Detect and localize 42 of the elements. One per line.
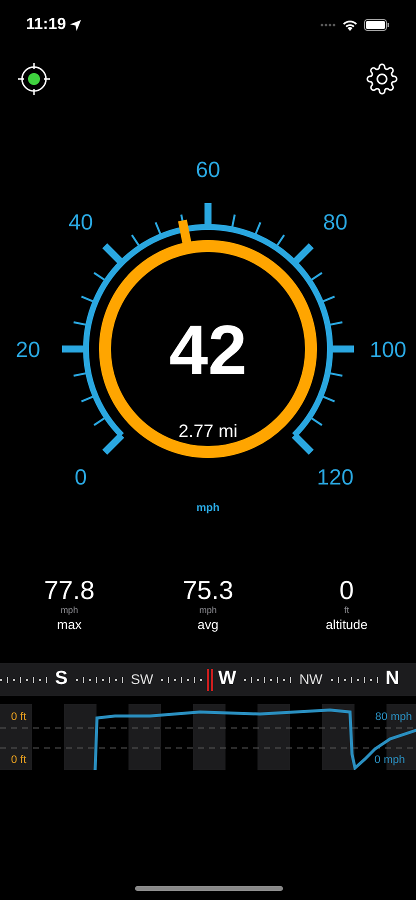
- stat-value: 75.3: [182, 576, 234, 604]
- stat-unit: mph: [60, 604, 78, 616]
- settings-button[interactable]: [365, 62, 399, 96]
- settings-icon: [366, 63, 398, 95]
- stat-value: 77.8: [44, 576, 95, 604]
- speed-max-label: 80 mph: [375, 710, 412, 725]
- heading-marker-icon: [206, 668, 214, 690]
- speed-unit: mph: [196, 502, 220, 514]
- scale-label: 20: [16, 337, 40, 362]
- signal-icon: [320, 23, 336, 27]
- location-button[interactable]: [17, 62, 51, 96]
- stat-unit: ft: [344, 604, 350, 616]
- speed-value: 42: [169, 311, 247, 389]
- scale-label: 100: [370, 337, 406, 362]
- scale-label: 0: [74, 464, 87, 490]
- distance-value: 2.77 mi: [178, 421, 238, 441]
- compass-ticks: [330, 676, 378, 682]
- compass-direction: S: [55, 667, 68, 692]
- speed-min-label: 0 mph: [374, 752, 405, 768]
- battery-icon: [364, 19, 390, 31]
- stat-label: max: [57, 616, 82, 634]
- wifi-icon: [342, 19, 358, 31]
- altitude-max-label: 0 ft: [11, 710, 26, 725]
- scale-label: 80: [323, 210, 348, 235]
- location-arrow-icon: [70, 20, 82, 30]
- stat-value: 0: [339, 576, 354, 604]
- scale-label: 60: [196, 157, 220, 182]
- stat-unit: mph: [199, 604, 217, 616]
- status-time: 11:19: [26, 15, 66, 35]
- stat-label: altitude: [326, 616, 368, 634]
- crosshair-icon: [17, 62, 51, 96]
- compass-ticks: [76, 676, 123, 682]
- compass-direction: W: [218, 667, 236, 692]
- compass-ticks: [244, 676, 292, 682]
- stat-label: avg: [198, 616, 218, 634]
- compass-direction: N: [386, 667, 400, 692]
- scale-label: 120: [316, 464, 354, 490]
- compass-ticks: [0, 676, 47, 682]
- compass-direction: NW: [299, 670, 323, 689]
- altitude-min-label: 0 ft: [11, 752, 26, 768]
- compass-direction: SW: [130, 670, 154, 689]
- scale-label: 40: [68, 210, 93, 235]
